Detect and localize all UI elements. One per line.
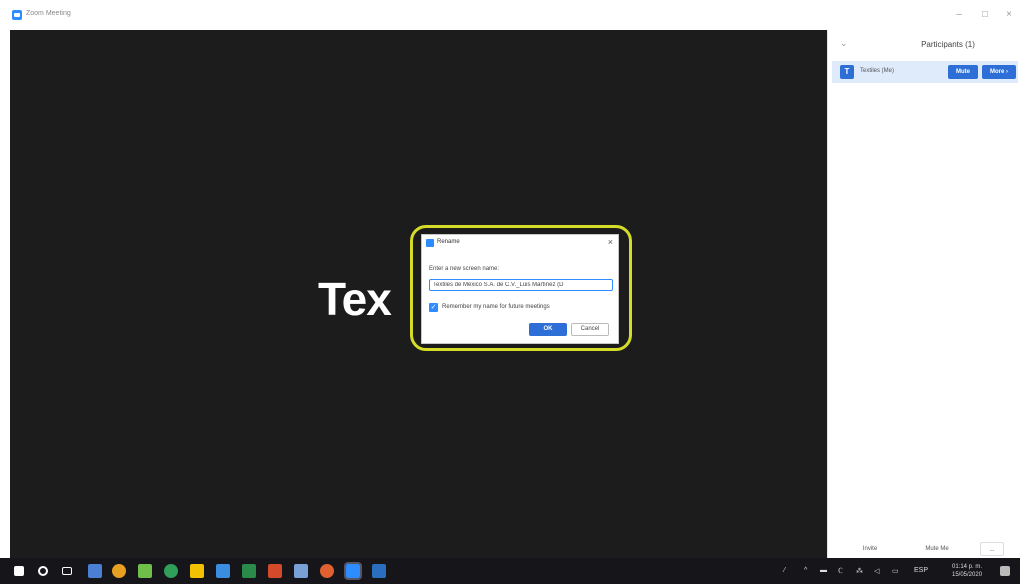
tray-keyboard-icon[interactable]: ▭ [892,567,899,575]
highlight-ring [410,225,632,351]
search-icon[interactable] [38,566,48,576]
participant-row[interactable]: T Textiles (Me) Mute More › [832,61,1018,83]
zoom-taskbar-icon[interactable] [344,562,362,580]
mute-button[interactable]: Mute [948,65,978,79]
tray-language-indicator[interactable]: ESP [914,567,928,574]
tray-network-icon[interactable]: ⁂ [856,567,863,575]
task-view-icon[interactable] [62,567,72,575]
app-icon-orange[interactable] [320,564,334,578]
excel-icon[interactable] [242,564,256,578]
windows-taskbar: ⁄ ^ ▬ ℂ ⁂ ◁ ▭ ESP 01:14 p. m. 15/05/2020 [0,558,1020,584]
close-window-button[interactable]: × [1002,8,1016,22]
participants-title: Participants (1) [921,40,975,49]
zoom-app-icon [12,10,22,20]
maximize-button[interactable]: □ [978,8,992,22]
notifications-icon[interactable] [1000,566,1010,576]
tray-volume-icon[interactable]: ◁ [874,567,879,575]
word-icon[interactable] [372,564,386,578]
tray-battery-icon[interactable]: ▬ [820,567,827,574]
minimize-button[interactable]: – [952,8,966,22]
taskbar-clock[interactable]: 01:14 p. m. 15/05/2020 [952,563,982,579]
window-title: Zoom Meeting [26,10,71,17]
start-icon[interactable] [14,566,24,576]
powerpoint-icon[interactable] [268,564,282,578]
invite-button[interactable]: Invite [850,542,890,556]
file-explorer-icon[interactable] [138,564,152,578]
more-button[interactable]: More › [982,65,1016,79]
participant-avatar: T [840,65,854,79]
participant-name: Textiles (Me) [860,68,895,74]
participant-display-name: Tex [318,273,392,325]
chrome-icon[interactable] [112,564,126,578]
tray-pen-icon[interactable]: ⁄ [784,567,785,574]
edge-icon[interactable] [88,564,102,578]
clock-time: 01:14 p. m. [952,564,983,570]
participants-panel: ⌄ Participants (1) T Textiles (Me) Mute … [827,30,1020,558]
document-icon[interactable] [294,564,308,578]
collapse-panel-icon[interactable]: ⌄ [840,38,848,49]
app-icon-green[interactable] [164,564,178,578]
app-icon-blue[interactable] [216,564,230,578]
tray-expand-icon[interactable]: ^ [804,567,807,574]
folder-icon[interactable] [190,564,204,578]
more-options-button[interactable]: ... [980,542,1004,556]
clock-date: 15/05/2020 [952,572,983,578]
title-bar: Zoom Meeting – □ × [0,0,1020,30]
tray-app-icon[interactable]: ℂ [838,567,843,575]
mute-me-button[interactable]: Mute Me [912,542,962,556]
